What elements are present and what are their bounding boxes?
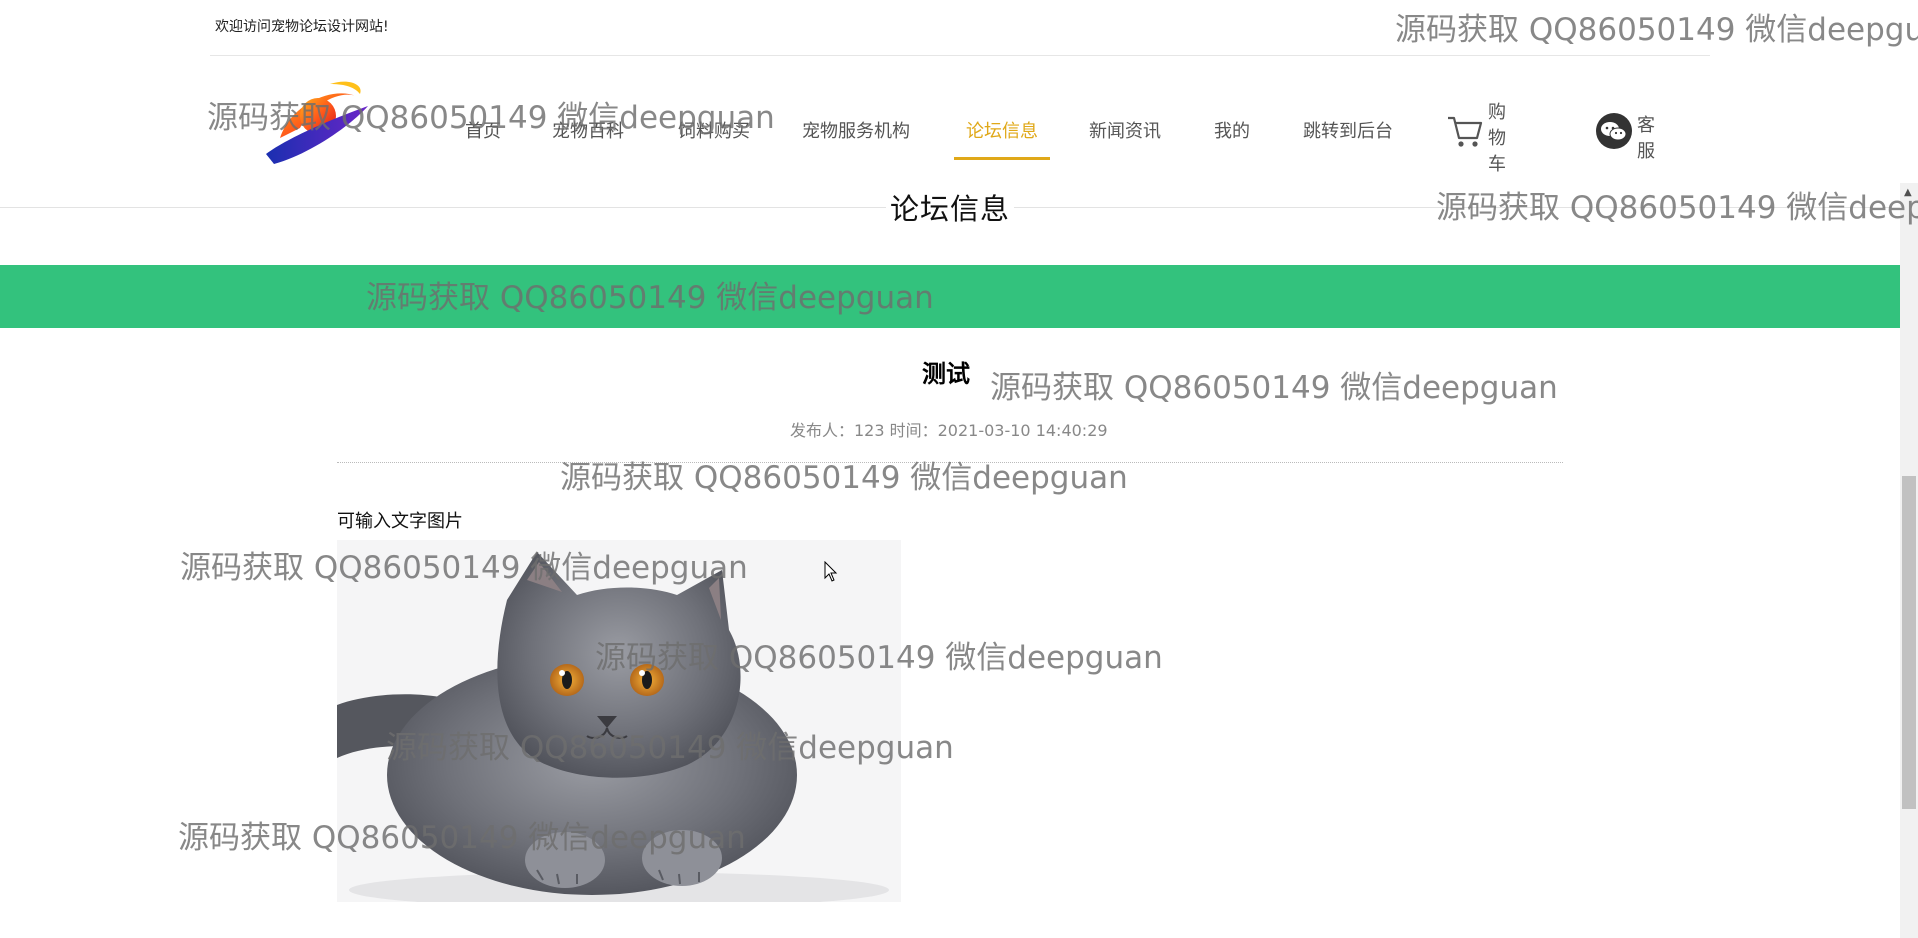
- cat-image: [337, 540, 901, 902]
- welcome-text: 欢迎访问宠物论坛设计网站!: [215, 19, 389, 35]
- page: 欢迎访问宠物论坛设计网站! 首页 宠物百科 饲料购买 宠物服务机构 论坛信息 新…: [0, 0, 1918, 938]
- nav-item-pet-encyclopedia[interactable]: 宠物百科: [552, 110, 624, 154]
- cart-label: 购物车: [1488, 102, 1506, 175]
- nav-item-forum[interactable]: 论坛信息: [954, 110, 1050, 160]
- cart-icon: [1446, 112, 1484, 150]
- mouse-cursor-icon: [824, 560, 838, 587]
- nav-item-home[interactable]: 首页: [465, 110, 501, 154]
- scroll-up-arrow-icon[interactable]: ▲: [1904, 187, 1912, 198]
- wechat-icon: [1595, 112, 1633, 150]
- nav-item-feed-purchase[interactable]: 饲料购买: [678, 110, 750, 154]
- green-banner: [0, 265, 1900, 328]
- post-body-text: 可输入文字图片: [337, 511, 463, 532]
- post-title: 测试: [922, 360, 970, 388]
- service-link[interactable]: 客服: [1595, 106, 1655, 162]
- nav-item-admin[interactable]: 跳转到后台: [1303, 110, 1393, 154]
- post-divider: [337, 462, 1563, 463]
- watermark: 源码获取 QQ86050149 微信deepguan: [560, 460, 1128, 496]
- watermark: 源码获取 QQ86050149 微信deepguan: [1436, 190, 1918, 226]
- cart-link[interactable]: 购物车: [1446, 102, 1506, 175]
- nav-item-news[interactable]: 新闻资讯: [1089, 110, 1161, 154]
- page-scrollbar[interactable]: ▲: [1900, 183, 1918, 938]
- watermark: 源码获取 QQ86050149 微信deepguan: [990, 370, 1558, 406]
- section-title: 论坛信息: [886, 186, 1015, 228]
- post-meta: 发布人：123 时间：2021-03-10 14:40:29: [790, 421, 1108, 440]
- service-label: 客服: [1637, 115, 1655, 162]
- scrollbar-thumb[interactable]: [1902, 476, 1916, 809]
- nav-item-pet-services[interactable]: 宠物服务机构: [802, 110, 910, 154]
- top-bar: 欢迎访问宠物论坛设计网站!: [210, 0, 1710, 56]
- nav-item-mine[interactable]: 我的: [1214, 110, 1250, 154]
- site-logo[interactable]: [260, 76, 372, 166]
